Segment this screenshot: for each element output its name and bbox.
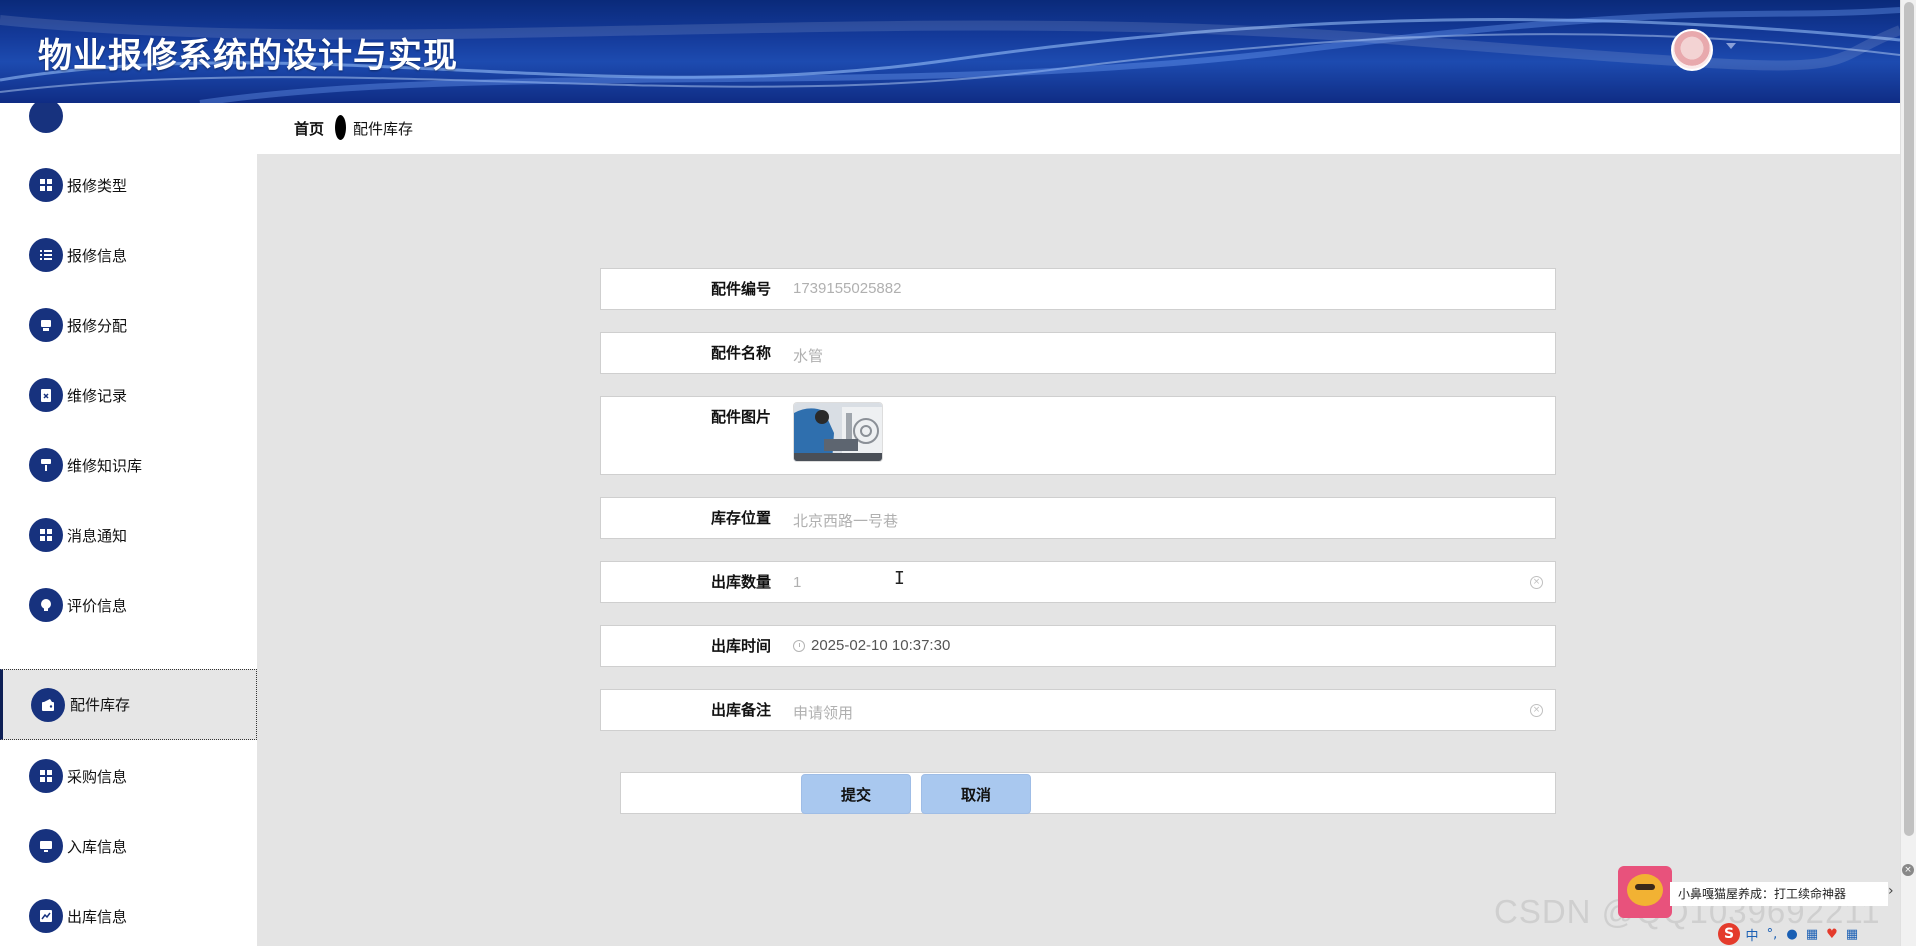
sidebar-item-reviews[interactable]: 评价信息	[0, 570, 257, 640]
sidebar-item-purchase[interactable]: 采购信息	[0, 741, 257, 811]
pet-avatar-icon	[1618, 866, 1672, 918]
sidebar-item-knowledge-base[interactable]: 维修知识库	[0, 430, 257, 500]
punctuation-icon[interactable]: °,	[1764, 927, 1780, 942]
chart-icon	[29, 899, 63, 933]
sidebar-item-label: 评价信息	[67, 596, 128, 615]
ime-lang-indicator[interactable]: 中	[1744, 925, 1760, 944]
sidebar-item-label: 维修知识库	[67, 456, 143, 475]
sidebar-item-label: 报修类型	[67, 176, 128, 195]
ime-toolbar: S 中 °, ● ▦ ♥ ▦	[1716, 922, 1900, 946]
part-code-input[interactable]: 1739155025882	[793, 280, 901, 297]
sidebar: 报修类型 报修信息 报修分配 维修记录 维修知识库 消息通知 评价信息 配件库存…	[0, 103, 257, 946]
cancel-button[interactable]: 取消	[921, 774, 1031, 814]
form-row-out-quantity: 出库数量 1 ×	[600, 561, 1556, 603]
lightbulb-icon	[29, 588, 63, 622]
caret-down-icon[interactable]	[1726, 43, 1736, 49]
form-row-part-code: 配件编号 1739155025882	[600, 268, 1556, 310]
text-cursor-icon: I	[894, 568, 905, 589]
printer-icon	[29, 308, 63, 342]
part-code-label: 配件编号	[710, 280, 771, 298]
sidebar-item-repair-info[interactable]: 报修信息	[0, 220, 257, 290]
monitor-icon	[29, 829, 63, 863]
sidebar-item-repair-assign[interactable]: 报修分配	[0, 290, 257, 360]
sidebar-item-label: 报修分配	[67, 316, 128, 335]
wallet-icon	[31, 687, 65, 722]
sidebar-item-stock-in[interactable]: 入库信息	[0, 811, 257, 881]
sidebar-item-label: 维修记录	[67, 386, 128, 405]
sidebar-item-label: 报修信息	[67, 246, 128, 265]
stock-location-label: 库存位置	[710, 509, 771, 527]
notification-text[interactable]: 小鼻嘎猫屋养成：打工续命神器	[1670, 882, 1888, 906]
chevron-right-icon[interactable]: ›	[1888, 883, 1894, 899]
clock-icon	[793, 640, 805, 652]
part-name-input[interactable]: 水管	[793, 345, 823, 366]
sidebar-item-repair-type[interactable]: 报修类型	[0, 150, 257, 220]
form-row-out-remark: 出库备注 申请领用 ×	[600, 689, 1556, 731]
clear-icon[interactable]: ×	[1530, 576, 1543, 589]
out-remark-label: 出库备注	[710, 701, 771, 719]
breadcrumb: 首页 配件库存	[257, 103, 1900, 154]
app-header: 物业报修系统的设计与实现	[0, 0, 1900, 103]
breadcrumb-current: 配件库存	[353, 120, 414, 138]
microphone-icon[interactable]: ●	[1784, 927, 1800, 942]
page-scrollbar[interactable]	[1900, 0, 1916, 946]
grid-icon	[29, 168, 63, 202]
sidebar-item-partial[interactable]	[0, 103, 257, 151]
out-quantity-label: 出库数量	[710, 573, 771, 591]
skin-icon[interactable]: ♥	[1824, 927, 1840, 942]
out-remark-input[interactable]: 申请领用	[793, 702, 853, 723]
grid-icon	[29, 759, 63, 793]
grid-icon	[29, 518, 63, 552]
out-quantity-input[interactable]: 1	[793, 574, 801, 591]
part-name-label: 配件名称	[710, 344, 771, 362]
sidebar-item-label: 入库信息	[67, 837, 128, 856]
sidebar-item-stock-out[interactable]: 出库信息	[0, 881, 257, 946]
form-actions: 提交 取消	[620, 772, 1556, 814]
form-row-part-name: 配件名称 水管	[600, 332, 1556, 374]
sogou-logo-icon[interactable]: S	[1718, 923, 1740, 945]
form-row-part-image: 配件图片	[600, 396, 1556, 475]
toolbox-icon[interactable]: ▦	[1844, 927, 1860, 942]
keyboard-icon[interactable]: ▦	[1804, 927, 1820, 942]
menu-icon	[29, 103, 63, 133]
clipboard-icon	[29, 378, 63, 412]
stock-location-input[interactable]: 北京西路一号巷	[793, 510, 898, 531]
part-image-thumbnail[interactable]	[793, 402, 883, 462]
clear-icon[interactable]: ×	[1530, 704, 1543, 717]
sidebar-item-parts-inventory[interactable]: 配件库存	[0, 669, 257, 740]
notification-popup[interactable]: 小鼻嘎猫屋养成：打工续命神器 ›	[1618, 866, 1900, 918]
sidebar-item-repair-records[interactable]: 维修记录	[0, 360, 257, 430]
breadcrumb-separator	[335, 115, 346, 140]
form-row-out-time: 出库时间 2025-02-10 10:37:30	[600, 625, 1556, 667]
sidebar-item-label: 消息通知	[67, 526, 128, 545]
sidebar-item-notifications[interactable]: 消息通知	[0, 500, 257, 570]
out-time-picker[interactable]: 2025-02-10 10:37:30	[811, 637, 950, 654]
app-title: 物业报修系统的设计与实现	[38, 36, 458, 76]
list-icon	[29, 238, 63, 272]
out-time-label: 出库时间	[710, 637, 771, 655]
part-image-label: 配件图片	[710, 408, 771, 426]
breadcrumb-home[interactable]: 首页	[294, 118, 324, 139]
user-avatar[interactable]	[1671, 29, 1713, 71]
submit-button[interactable]: 提交	[801, 774, 911, 814]
sidebar-item-label: 配件库存	[70, 696, 131, 714]
form-row-stock-location: 库存位置 北京西路一号巷	[600, 497, 1556, 539]
sidebar-item-label: 出库信息	[67, 907, 128, 926]
sidebar-item-label: 采购信息	[67, 767, 128, 786]
paint-roller-icon	[29, 448, 63, 482]
scrollbar-thumb[interactable]	[1904, 2, 1914, 836]
close-icon[interactable]: ×	[1902, 864, 1914, 876]
